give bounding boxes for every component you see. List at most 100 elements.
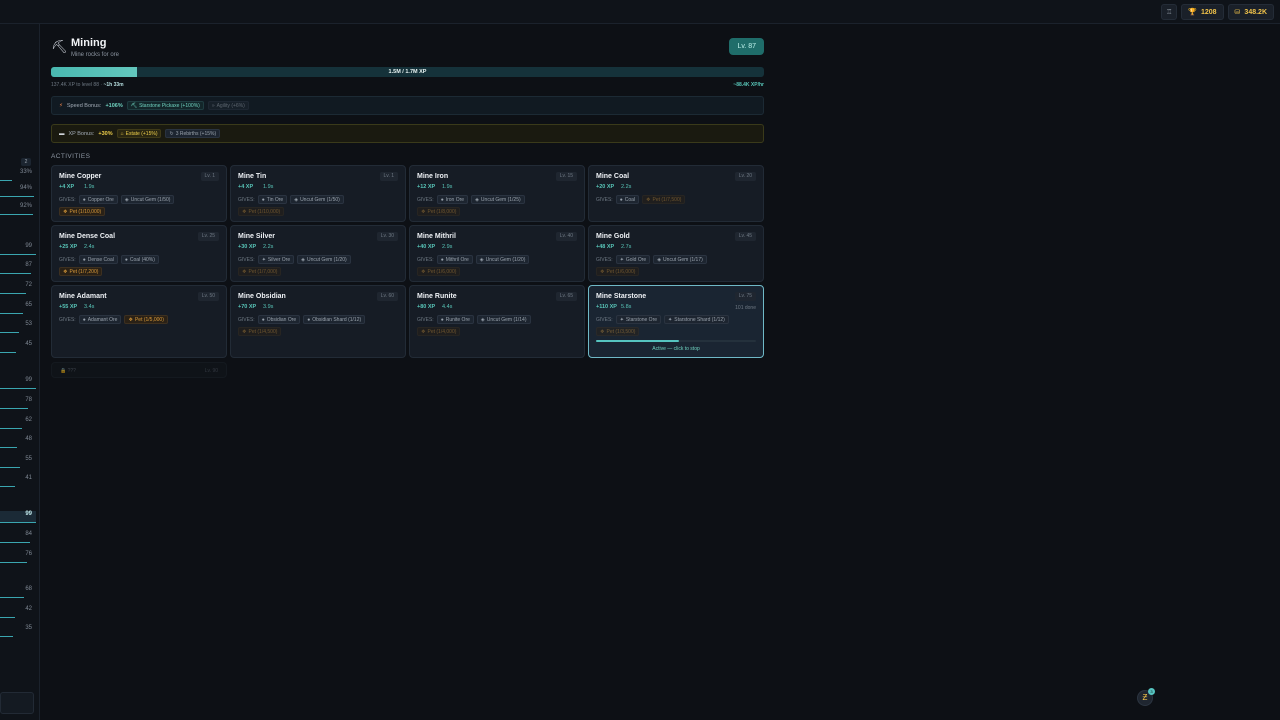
item-chip-label: Tin Ore <box>266 196 284 203</box>
sidebar-skill-row[interactable]: 99 <box>0 377 36 389</box>
sidebar-skill-progress <box>0 180 12 181</box>
activity-card[interactable]: Mine Coal Lv. 20 +20 XP 2.2s GIVES: ● Coal ❖ Pet… <box>588 165 764 222</box>
floating-action-button[interactable]: Ƶ 3 <box>1137 688 1155 706</box>
gives-label: GIVES: <box>417 256 434 263</box>
sidebar-skill-progress <box>0 522 36 523</box>
activity-card[interactable]: Mine Starstone Lv. 75 +110 XP 5.8s 101 done G… <box>588 285 764 358</box>
sidebar-skill-row[interactable]: 41 <box>0 475 36 487</box>
ore-icon: ◈ <box>294 196 299 203</box>
lock-icon: 🔒 <box>60 368 67 374</box>
trophies-counter[interactable]: 🏆 1208 <box>1181 4 1224 20</box>
achievements-button[interactable]: ♖ <box>1161 4 1178 20</box>
activity-time: 2.9s <box>442 244 453 250</box>
activity-card[interactable]: Mine Obsidian Lv. 60 +70 XP 3.9s GIVES: ● Obsi… <box>230 285 406 358</box>
sidebar-skill-progress <box>0 542 31 543</box>
item-chip: ● Mithril Ore <box>436 255 473 264</box>
sidebar-footer[interactable] <box>0 692 34 714</box>
pet-chance-label: Pet (1/4,500) <box>248 328 278 335</box>
activity-xp: +110 XP <box>596 304 617 310</box>
sidebar-skill-row[interactable]: 87 <box>0 262 36 274</box>
activities-heading: ACTIVITIES <box>51 153 91 160</box>
sidebar-skill-row[interactable]: 76 <box>0 551 36 563</box>
activity-time: 2.4s <box>84 244 95 250</box>
sidebar-skill-value: 76 <box>25 551 32 557</box>
pet-chance-label: Pet (1/6,000) <box>427 268 457 275</box>
lightning-icon: ⚡ <box>59 102 63 109</box>
ore-icon: ◈ <box>475 196 479 203</box>
item-chip: ● Dense Coal <box>78 255 118 264</box>
activity-name: Mine Adamant <box>59 293 107 300</box>
speed-source-agility: » Agility (+6%) <box>207 101 249 110</box>
activity-level: Lv. 60 <box>376 292 398 301</box>
activity-card[interactable]: Mine Silver Lv. 30 +30 XP 2.2s GIVES: ✦ Silver… <box>230 225 406 282</box>
sidebar-skill-progress <box>0 196 34 197</box>
sidebar-skill-row[interactable]: 84 <box>0 531 36 543</box>
gives-label: GIVES: <box>417 316 434 323</box>
activity-xp: +70 XP <box>238 304 257 310</box>
activity-card[interactable]: Mine Runite Lv. 65 +80 XP 4.4s GIVES: ● Runite… <box>409 285 585 358</box>
sidebar-skill-row[interactable]: 33% <box>0 169 36 181</box>
pet-chance-chip: ❖ Pet (1/6,000) <box>596 267 640 276</box>
sidebar-skill-row[interactable]: 35 <box>0 625 36 637</box>
activity-name: Mine Runite <box>417 293 457 300</box>
lightning-icon: Ƶ <box>1142 693 1148 702</box>
sidebar-skill-value: 99 <box>25 377 32 383</box>
sidebar-skill-row[interactable]: 78 <box>0 397 36 409</box>
item-chip: ◈ Uncut Gem (1/20) <box>297 255 351 264</box>
activity-time: 3.9s <box>263 304 274 310</box>
activity-gives-extra: ❖ Pet (1/3,500) <box>596 327 640 336</box>
topbar-stats: ♖ 🏆 1208 ⛁ 348.2K <box>1161 4 1274 20</box>
activity-xp: +4 XP <box>59 184 75 190</box>
activity-time: 1.9s <box>442 184 453 190</box>
ore-icon: ✦ <box>261 256 266 263</box>
activity-card[interactable]: Mine Adamant Lv. 50 +55 XP 3.4s GIVES: ● Adama… <box>51 285 227 358</box>
sidebar-skill-row[interactable]: 55 <box>0 456 36 468</box>
book-icon: ▬ <box>59 130 65 137</box>
sidebar-skill-row[interactable]: 92% <box>0 203 36 215</box>
gold-counter[interactable]: ⛁ 348.2K <box>1227 4 1274 20</box>
sidebar-skill-row[interactable]: 94% <box>0 185 36 197</box>
paw-icon: ❖ <box>242 328 247 335</box>
sidebar-skill-progress <box>0 408 29 409</box>
sidebar-skill-value: 94% <box>19 185 32 191</box>
activity-gives: GIVES: ● Copper Ore ◈ Uncut Gem (1/50) <box>59 195 175 204</box>
activity-card[interactable]: Mine Copper Lv. 1 +4 XP 1.9s GIVES: ● Copper O… <box>51 165 227 222</box>
activity-card[interactable]: Mine Gold Lv. 45 +48 XP 2.7s GIVES: ✦ Gold Ore… <box>588 225 764 282</box>
activity-time: 2.2s <box>263 244 274 250</box>
activity-card[interactable]: Mine Tin Lv. 1 +4 XP 1.9s GIVES: ● Tin Ore ◈ Unc… <box>230 165 406 222</box>
sidebar-skill-row[interactable]: 48 <box>0 436 36 448</box>
activity-gives-extra: ❖ Pet (1/7,000) <box>238 267 282 276</box>
xp-to-level: 137.4K XP to level 88 · <box>51 82 103 88</box>
activity-card[interactable]: Mine Iron Lv. 15 +12 XP 1.9s GIVES: ● Iron Ore… <box>409 165 585 222</box>
activity-gives-extra: ❖ Pet (1/4,000) <box>417 327 461 336</box>
sidebar-skill-row[interactable]: 53 <box>0 321 36 333</box>
item-chip: ◈ Uncut Gem (1/17) <box>653 255 707 264</box>
activity-time: 2.7s <box>621 244 632 250</box>
activity-card[interactable]: Mine Mithril Lv. 40 +40 XP 2.9s GIVES: ● Mithr… <box>409 225 585 282</box>
sidebar-skill-row[interactable]: 99 <box>0 511 36 523</box>
activity-gives-extra: ❖ Pet (1/6,000) <box>417 267 461 276</box>
sidebar-skill-value: 99 <box>25 511 32 517</box>
sidebar-skill-row[interactable]: 65 <box>0 302 36 314</box>
gives-label: GIVES: <box>596 256 613 263</box>
sidebar-skill-value: 55 <box>25 456 32 462</box>
sidebar-skill-progress <box>0 447 18 448</box>
activity-progress-bar <box>596 340 756 342</box>
xp-source-text: Estate (+15%) <box>125 130 158 137</box>
ore-icon: ● <box>261 316 265 323</box>
sidebar-skill-row[interactable]: 99 <box>0 243 36 255</box>
ore-icon: ◈ <box>301 256 305 263</box>
activity-gives-extra: ❖ Pet (1/10,000) <box>238 207 285 216</box>
sidebar-skill-row[interactable]: 62 <box>0 417 36 429</box>
sidebar-skill-row[interactable]: 45 <box>0 341 36 353</box>
trophies-value: 1208 <box>1200 8 1217 16</box>
paw-icon: ❖ <box>128 316 133 323</box>
activity-time: 4.4s <box>442 304 453 310</box>
ore-icon: ● <box>619 196 623 203</box>
item-chip: ◈ Uncut Gem (1/50) <box>290 195 344 204</box>
sidebar-skill-row[interactable]: 68 <box>0 586 36 598</box>
activity-card[interactable]: Mine Dense Coal Lv. 25 +25 XP 2.4s GIVES: ● De… <box>51 225 227 282</box>
activity-level: Lv. 75 <box>734 292 756 301</box>
sidebar-skill-row[interactable]: 42 <box>0 606 36 618</box>
sidebar-skill-row[interactable]: 72 <box>0 282 36 294</box>
